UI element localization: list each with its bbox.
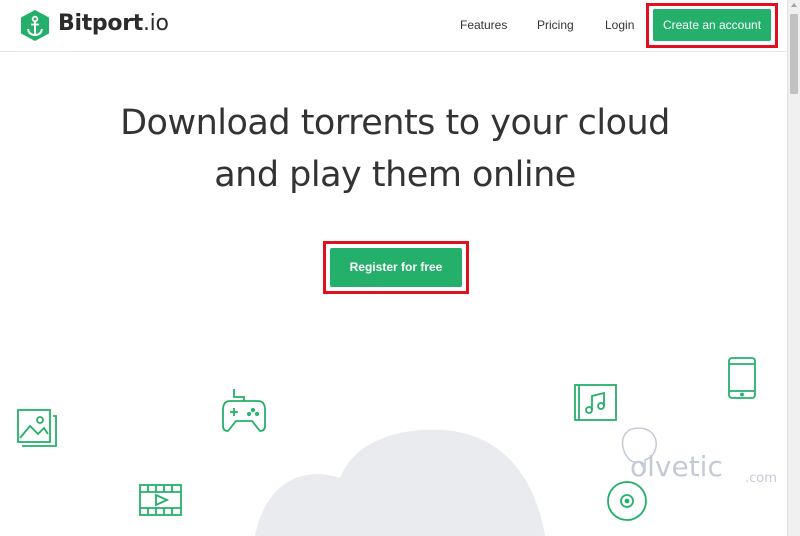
anchor-logo-icon[interactable] — [20, 9, 50, 42]
gamepad-icon — [222, 389, 266, 432]
nav-pricing-link[interactable]: Pricing — [537, 18, 574, 32]
nav-features-link[interactable]: Features — [460, 18, 507, 32]
music-album-icon — [574, 384, 617, 421]
hero-title-line2: and play them online — [214, 155, 576, 195]
disc-icon — [607, 481, 647, 521]
brand-suffix: .io — [142, 11, 169, 36]
brand-name[interactable]: Bitport.io — [58, 11, 169, 36]
video-icon — [139, 484, 182, 516]
scroll-up-arrow-icon[interactable] — [791, 3, 797, 7]
hero-illustration — [17, 357, 756, 536]
vertical-scrollbar[interactable] — [787, 0, 800, 536]
image-icon — [17, 409, 57, 447]
phone-icon — [728, 357, 756, 399]
scroll-thumb[interactable] — [790, 14, 798, 94]
watermark-text: olvetic — [630, 450, 723, 483]
brand-main: Bitport — [58, 11, 143, 36]
cloud-shape — [255, 429, 545, 536]
hero-title-line1: Download torrents to your cloud — [120, 103, 670, 143]
create-account-button[interactable]: Create an account — [653, 9, 771, 41]
register-button[interactable]: Register for free — [330, 248, 462, 287]
watermark-suffix: .com — [745, 471, 777, 486]
nav-login-link[interactable]: Login — [605, 18, 634, 32]
